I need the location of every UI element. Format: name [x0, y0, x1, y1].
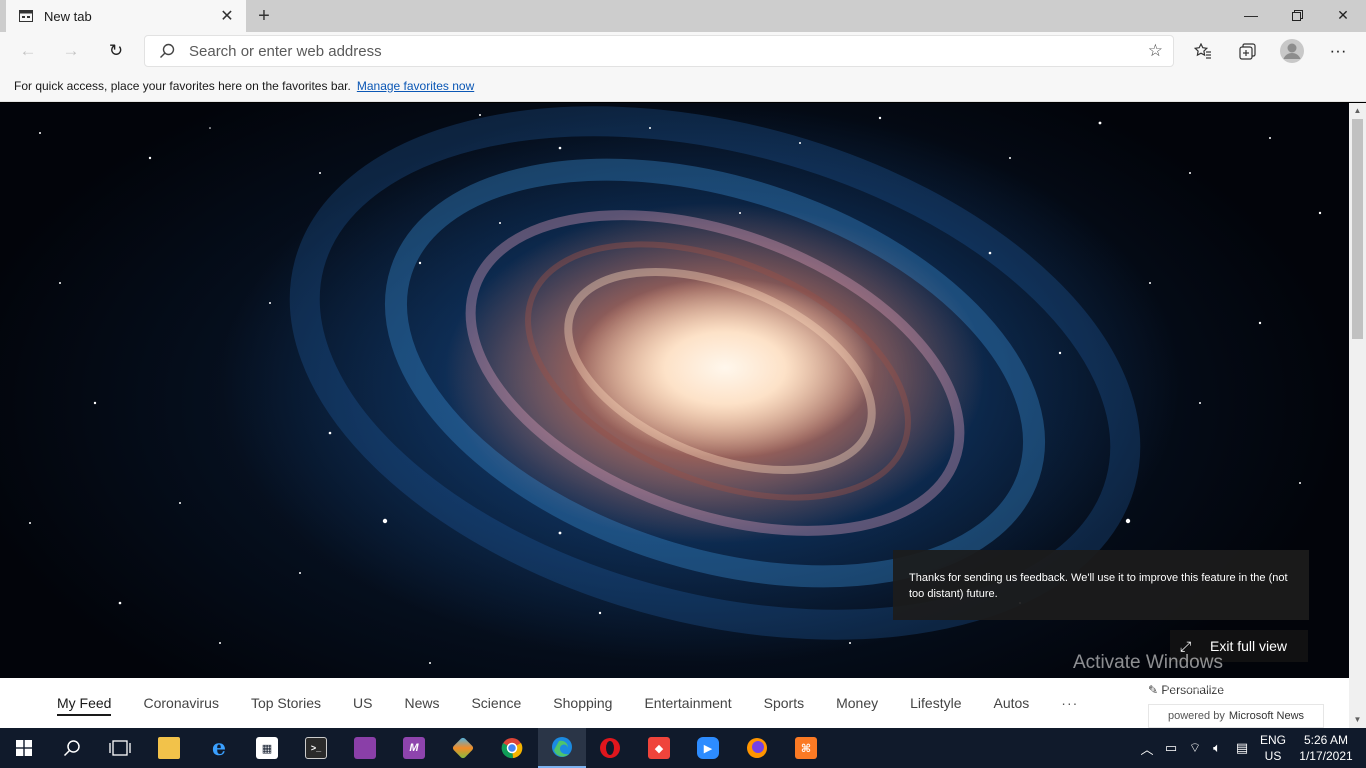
- scroll-up-icon[interactable]: ▲: [1349, 103, 1366, 117]
- language-code: ENG: [1259, 733, 1286, 747]
- powered-by-badge: powered by Microsoft News: [1148, 704, 1324, 728]
- profile-avatar-icon[interactable]: [1278, 37, 1306, 65]
- address-input[interactable]: [189, 42, 1148, 60]
- favorites-bar: For quick access, place your favorites h…: [0, 70, 1366, 102]
- new-tab-page-icon: [18, 8, 34, 24]
- back-icon[interactable]: ←: [14, 37, 42, 65]
- news-tab-autos[interactable]: Autos: [993, 678, 1029, 728]
- windows-start-icon[interactable]: [0, 728, 48, 768]
- opera-icon[interactable]: [586, 728, 634, 768]
- task-view-icon[interactable]: [96, 728, 144, 768]
- anydesk-icon[interactable]: ◆: [635, 728, 683, 768]
- language-indicator[interactable]: ENG US: [1258, 732, 1288, 764]
- language-region: US: [1264, 749, 1282, 763]
- page-scrollbar[interactable]: ▲ ▼: [1349, 103, 1366, 728]
- clock-date: 1/17/2021: [1299, 749, 1353, 763]
- minimize-icon[interactable]: —: [1228, 0, 1274, 30]
- zoom-icon[interactable]: ▶: [684, 728, 732, 768]
- favorites-icon[interactable]: [1189, 37, 1217, 65]
- news-tab-sports[interactable]: Sports: [764, 678, 804, 728]
- sourcetree-icon[interactable]: [439, 728, 487, 768]
- news-tab-science[interactable]: Science: [471, 678, 521, 728]
- battery-icon[interactable]: ▭: [1160, 728, 1182, 768]
- activate-windows-subtitle: Go to Settings to activate Windows.: [1073, 678, 1294, 694]
- news-tab-shopping[interactable]: Shopping: [553, 678, 612, 728]
- tab-title: New tab: [44, 8, 92, 24]
- activate-windows-title: Activate Windows: [1073, 652, 1223, 673]
- powered-by-label: powered by: [1167, 710, 1225, 722]
- news-tab-my-feed[interactable]: My Feed: [57, 678, 112, 728]
- tab-strip: New tab ✕ + — ✕: [0, 0, 1366, 32]
- new-tab-button[interactable]: +: [252, 4, 276, 28]
- show-hidden-icons-icon[interactable]: ︿: [1138, 728, 1156, 768]
- news-tab-coronavirus[interactable]: Coronavirus: [143, 678, 218, 728]
- clock[interactable]: 5:26 AM 1/17/2021: [1294, 732, 1358, 764]
- refresh-icon[interactable]: ↻: [102, 37, 130, 65]
- search-icon[interactable]: [48, 728, 96, 768]
- news-tab-entertainment[interactable]: Entertainment: [644, 678, 731, 728]
- more-options-icon[interactable]: ···: [1324, 37, 1352, 65]
- news-more-button[interactable]: ···: [1061, 695, 1078, 711]
- terminal-icon[interactable]: >_: [292, 728, 340, 768]
- manage-favorites-link[interactable]: Manage favorites now: [357, 79, 474, 93]
- close-icon[interactable]: ✕: [218, 7, 236, 25]
- volume-icon[interactable]: 🔈︎: [1206, 728, 1228, 768]
- edge-legacy-icon[interactable]: e: [195, 728, 243, 768]
- restore-icon[interactable]: [1274, 0, 1320, 30]
- scrollbar-thumb[interactable]: [1352, 119, 1363, 339]
- powered-by-brand: Microsoft News: [1228, 710, 1305, 722]
- news-tab-money[interactable]: Money: [836, 678, 878, 728]
- windows-taskbar: e ▦ >_ M ◆ ▶ ⌘ ︿ ▭ ⌔ 🔈︎ ▤ ENG US 5:26 AM…: [0, 728, 1366, 768]
- feedback-toast: Thanks for sending us feedback. We'll us…: [893, 550, 1309, 620]
- address-bar[interactable]: ☆: [144, 35, 1174, 67]
- firefox-icon[interactable]: [733, 728, 781, 768]
- wifi-icon[interactable]: ⌔: [1184, 728, 1206, 768]
- toolbar: ← → ↻ ☆ ···: [0, 32, 1366, 70]
- chrome-icon[interactable]: [488, 728, 536, 768]
- forward-icon[interactable]: →: [57, 37, 85, 65]
- file-explorer-icon[interactable]: [145, 728, 193, 768]
- app-m-icon[interactable]: M: [390, 728, 438, 768]
- favorites-bar-hint: For quick access, place your favorites h…: [14, 78, 351, 93]
- store-icon[interactable]: ▦: [243, 728, 291, 768]
- notification-message-icon[interactable]: ▤: [1230, 728, 1254, 768]
- window-close-icon[interactable]: ✕: [1320, 0, 1366, 30]
- news-tab-top-stories[interactable]: Top Stories: [251, 678, 321, 728]
- news-tab-us[interactable]: US: [353, 678, 372, 728]
- feedback-toast-message: Thanks for sending us feedback. We'll us…: [909, 572, 1288, 600]
- search-icon: [159, 43, 179, 59]
- scroll-down-icon[interactable]: ▼: [1349, 712, 1366, 726]
- news-tab-news[interactable]: News: [404, 678, 439, 728]
- favorite-star-icon[interactable]: ☆: [1148, 41, 1163, 61]
- tab-new-tab[interactable]: New tab ✕: [6, 0, 246, 32]
- xampp-icon[interactable]: ⌘: [782, 728, 830, 768]
- news-tab-lifestyle[interactable]: Lifestyle: [910, 678, 961, 728]
- activate-windows-watermark: Activate Windows Go to Settings to activ…: [1073, 652, 1294, 694]
- clock-time: 5:26 AM: [1303, 733, 1349, 747]
- collections-icon[interactable]: [1233, 37, 1261, 65]
- winrar-icon[interactable]: [341, 728, 389, 768]
- edge-icon[interactable]: [538, 728, 586, 768]
